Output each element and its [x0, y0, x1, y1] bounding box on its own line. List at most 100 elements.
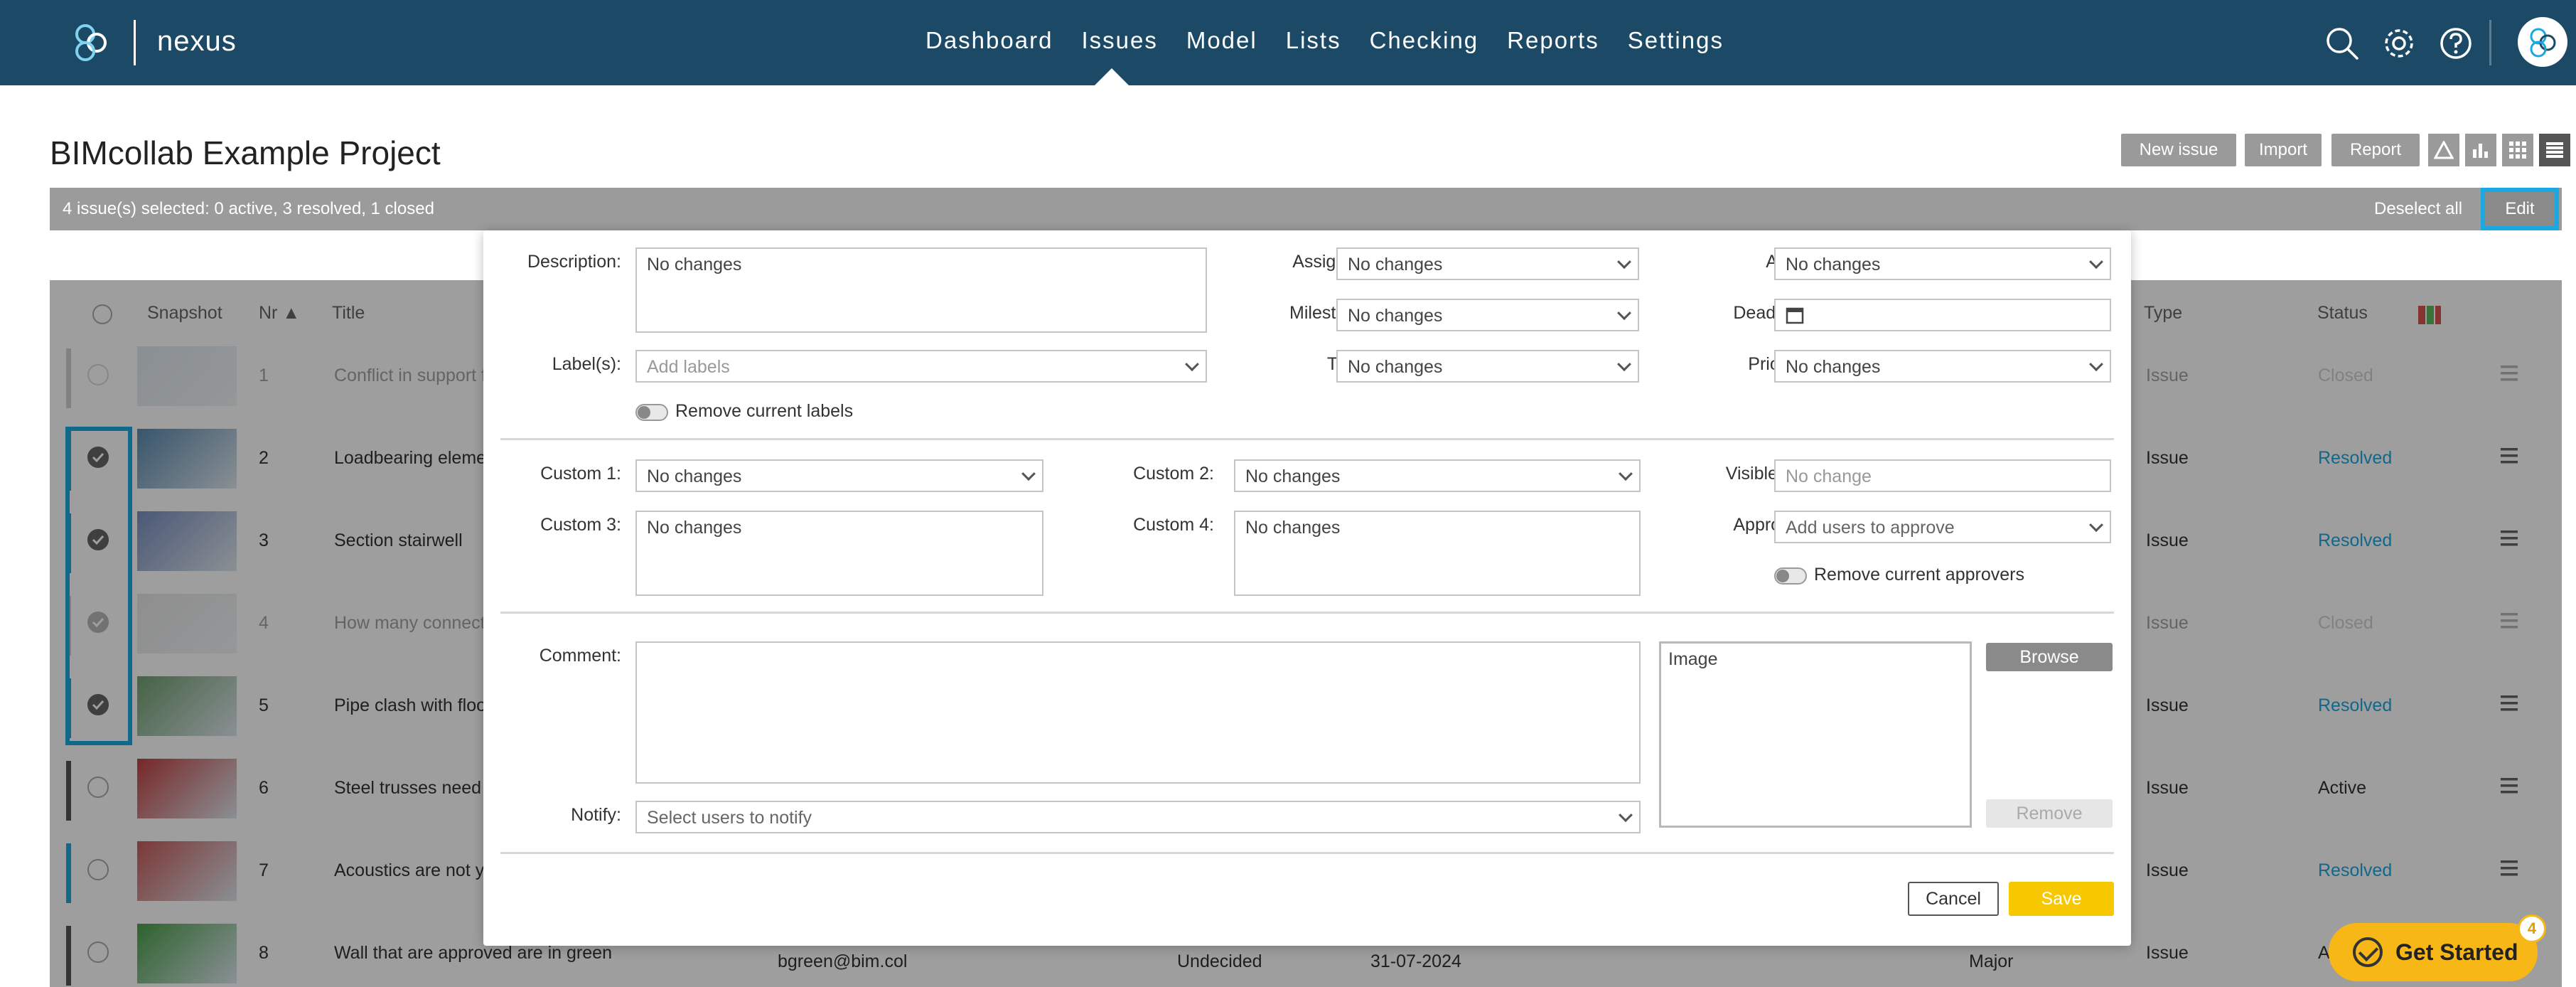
bulk-edit-dialog: Description: No changes Assigned: No cha… [483, 230, 2131, 946]
avatar-logo-icon [2530, 28, 2556, 58]
label-custom3: Custom 3: [540, 515, 621, 535]
active-nav-indicator [1095, 68, 1129, 85]
remove-labels-toggle[interactable] [635, 404, 668, 421]
notify-placeholder: Select users to notify [647, 808, 812, 828]
nexus-logo-icon[interactable] [70, 21, 112, 64]
priority-value: No changes [1786, 357, 1881, 377]
chevron-down-icon [1021, 466, 1036, 481]
label-description: Description: [527, 252, 621, 272]
divider [500, 612, 2114, 614]
custom1-select[interactable]: No changes [635, 459, 1043, 492]
custom1-value: No changes [647, 466, 742, 486]
browse-button[interactable]: Browse [1986, 643, 2113, 671]
assigned-select[interactable]: No changes [1336, 247, 1639, 280]
get-started-button[interactable]: Get Started [2329, 923, 2538, 981]
cancel-button[interactable]: Cancel [1908, 882, 1999, 916]
chevron-down-icon [1617, 255, 1631, 270]
label-labels: Label(s): [552, 354, 621, 374]
brand-name[interactable]: nexus [157, 26, 237, 58]
calendar-icon[interactable] [1786, 306, 1804, 324]
milestone-value: No changes [1348, 306, 1443, 326]
label-custom1: Custom 1: [540, 464, 621, 484]
grid-icon [2509, 142, 2526, 159]
labels-placeholder: Add labels [647, 357, 730, 377]
chevron-down-icon [2089, 357, 2103, 372]
deselect-all-link[interactable]: Deselect all [2374, 199, 2462, 219]
nav-model[interactable]: Model [1186, 27, 1257, 54]
help-icon[interactable] [2438, 26, 2474, 61]
nav-issues[interactable]: Issues [1081, 27, 1157, 54]
divider [500, 852, 2114, 854]
search-icon[interactable] [2324, 26, 2360, 61]
get-started-label: Get Started [2395, 939, 2518, 965]
labels-select[interactable]: Add labels [635, 350, 1207, 383]
nav-checking[interactable]: Checking [1370, 27, 1479, 54]
chevron-down-icon [1185, 357, 1199, 372]
chevron-down-icon [1617, 306, 1631, 321]
gear-icon[interactable] [2381, 26, 2417, 61]
milestone-select[interactable]: No changes [1336, 299, 1639, 331]
chevron-down-icon [2089, 518, 2103, 533]
image-label: Image [1668, 649, 1718, 669]
bar-chart-icon [2473, 144, 2488, 158]
priority-select[interactable]: No changes [1774, 350, 2111, 383]
new-issue-button[interactable]: New issue [2121, 134, 2236, 166]
toolbar-divider [2489, 20, 2491, 65]
custom2-select[interactable]: No changes [1234, 459, 1641, 492]
top-navigation-bar: nexus Dashboard Issues Model Lists Check… [0, 0, 2576, 85]
chevron-up-icon[interactable] [2570, 196, 2576, 222]
edit-button[interactable]: Edit [2481, 188, 2559, 230]
chevron-down-icon [2089, 255, 2103, 270]
type-select[interactable]: No changes [1336, 350, 1639, 383]
triangle-icon [2434, 141, 2454, 159]
nav-lists[interactable]: Lists [1286, 27, 1341, 54]
type-value: No changes [1348, 357, 1443, 377]
view-toggle-group [2428, 134, 2570, 166]
import-button[interactable]: Import [2245, 134, 2322, 166]
nav-settings[interactable]: Settings [1628, 27, 1724, 54]
nav-reports[interactable]: Reports [1507, 27, 1599, 54]
chevron-down-icon [1617, 357, 1631, 372]
avatar[interactable] [2518, 17, 2567, 67]
remove-image-button[interactable]: Remove [1986, 799, 2113, 828]
area-value: No changes [1786, 255, 1881, 274]
remove-labels-label: Remove current labels [675, 401, 854, 421]
chevron-down-icon [1619, 466, 1633, 481]
view-chart-button[interactable] [2465, 134, 2496, 166]
label-custom2: Custom 2: [1133, 464, 1214, 484]
approval-placeholder: Add users to approve [1786, 518, 1955, 538]
description-field[interactable]: No changes [635, 247, 1207, 333]
label-notify: Notify: [571, 805, 621, 825]
main-nav: Dashboard Issues Model Lists Checking Re… [925, 27, 1724, 54]
area-select[interactable]: No changes [1774, 247, 2111, 280]
comment-textarea[interactable] [635, 641, 1641, 784]
assigned-value: No changes [1348, 255, 1443, 274]
check-circle-icon [2353, 937, 2383, 967]
label-custom4: Custom 4: [1133, 515, 1214, 535]
view-grid-button[interactable] [2502, 134, 2533, 166]
get-started-badge: 4 [2518, 914, 2546, 943]
remove-approvers-toggle[interactable] [1774, 567, 1807, 585]
notify-select[interactable]: Select users to notify [635, 801, 1641, 833]
approval-select[interactable]: Add users to approve [1774, 511, 2111, 543]
custom4-field[interactable]: No changes [1234, 511, 1641, 596]
image-dropzone[interactable]: Image [1659, 641, 1972, 828]
report-button[interactable]: Report [2331, 134, 2420, 166]
custom3-field[interactable]: No changes [635, 511, 1043, 596]
deadline-input[interactable] [1774, 299, 2111, 331]
save-button[interactable]: Save [2009, 882, 2114, 916]
label-comment: Comment: [539, 646, 621, 666]
list-icon [2546, 142, 2563, 158]
nav-dashboard[interactable]: Dashboard [925, 27, 1053, 54]
view-triangle-button[interactable] [2428, 134, 2459, 166]
divider [500, 438, 2114, 440]
visible-for-input[interactable]: No change [1774, 459, 2111, 492]
page-title: BIMcollab Example Project [50, 134, 441, 171]
selection-summary: 4 issue(s) selected: 0 active, 3 resolve… [63, 199, 434, 218]
selection-bar: 4 issue(s) selected: 0 active, 3 resolve… [50, 188, 2576, 230]
custom2-value: No changes [1245, 466, 1341, 486]
brand-divider [134, 20, 136, 65]
remove-approvers-label: Remove current approvers [1814, 565, 2024, 585]
chevron-down-icon [1619, 808, 1633, 823]
view-list-button[interactable] [2539, 134, 2570, 166]
